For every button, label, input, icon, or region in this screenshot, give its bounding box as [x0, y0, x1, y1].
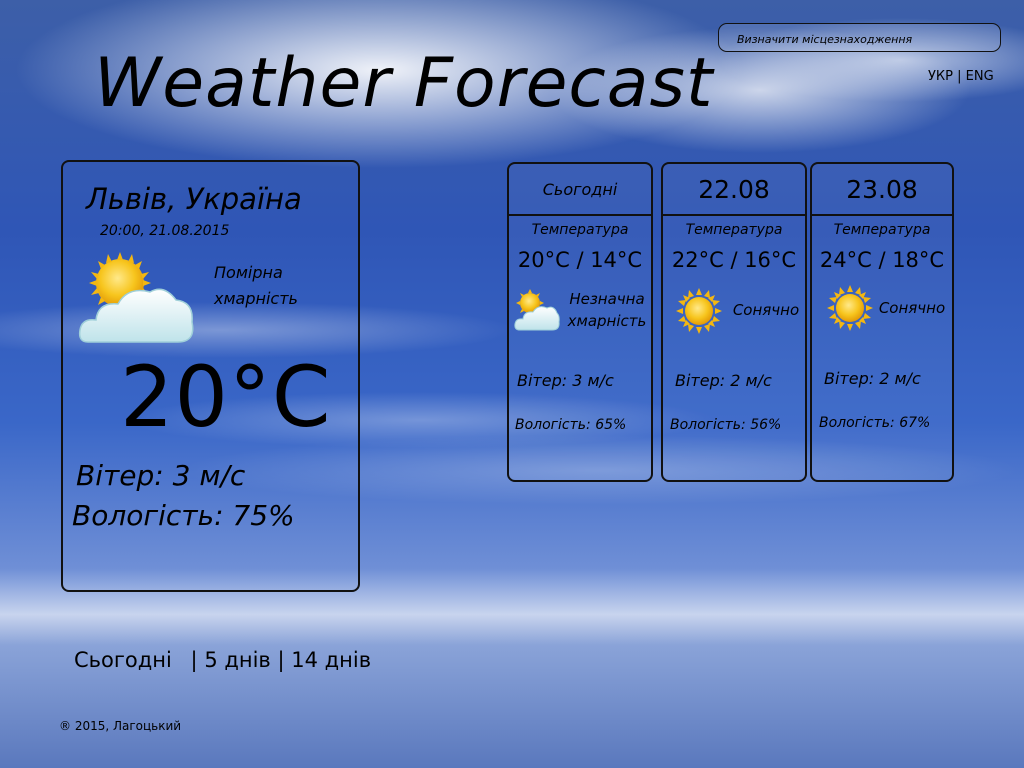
current-condition-line1: Помірна	[214, 263, 283, 282]
tab-separator: |	[277, 648, 292, 672]
forecast-day-header: Сьогодні	[509, 164, 651, 216]
forecast-condition-line1: Незначна	[569, 290, 645, 308]
current-humidity: Вологість: 75%	[72, 499, 295, 532]
sun-icon	[827, 285, 873, 331]
copyright-footer: ® 2015, Лагоцький	[59, 719, 182, 733]
temperature-label: Температура	[833, 222, 931, 238]
forecast-condition-line1: Сонячно	[878, 299, 946, 317]
forecast-day-header: 22.08	[663, 164, 805, 216]
forecast-wind: Вітер: 3 м/с	[517, 371, 614, 390]
forecast-condition-line1: Сонячно	[732, 301, 800, 319]
forecast-card-23-08[interactable]: 23.08 Температура 24°C / 18°C Сонячно Ві…	[810, 162, 954, 482]
sun-icon	[676, 288, 722, 334]
current-condition: Помірна хмарність	[214, 260, 334, 312]
forecast-humidity: Вологість: 65%	[515, 417, 627, 433]
forecast-condition-line2: хмарність	[567, 312, 647, 330]
lang-uk-link[interactable]: УКР	[928, 69, 953, 84]
forecast-wind: Вітер: 2 м/с	[824, 369, 921, 388]
forecast-day-header: 23.08	[812, 164, 952, 216]
lang-separator: |	[957, 69, 966, 84]
current-wind: Вітер: 3 м/с	[76, 459, 246, 492]
tab-14-days[interactable]: 14 днів	[291, 648, 371, 672]
tab-today[interactable]: Сьогодні	[74, 648, 172, 672]
city-name: Львів, Україна	[86, 182, 302, 216]
forecast-card-today[interactable]: Сьогодні Температура 20°C / 14°C Незначн…	[507, 162, 653, 482]
forecast-wind: Вітер: 2 м/с	[675, 371, 772, 390]
tab-separator: |	[190, 648, 205, 672]
forecast-card-22-08[interactable]: 22.08 Температура 22°C / 16°C Сонячно Ві…	[661, 162, 807, 482]
lang-en-link[interactable]: ENG	[966, 69, 994, 84]
temperature-range: 20°C / 14°C	[517, 248, 643, 272]
sun-behind-cloud-icon	[78, 252, 194, 343]
forecast-humidity: Вологість: 56%	[670, 417, 782, 433]
sun-behind-cloud-icon	[514, 289, 560, 331]
temperature-range: 22°C / 16°C	[671, 248, 797, 272]
forecast-humidity: Вологість: 67%	[819, 415, 931, 431]
forecast-condition: Незначна хмарність	[561, 288, 653, 332]
app-title: Weather Forecast	[94, 44, 714, 123]
forecast-condition: Сонячно	[729, 299, 803, 321]
detect-location-button[interactable]: Визначити місцезнаходження	[718, 23, 1001, 52]
period-tabs: Сьогодні | 5 днів | 14 днів	[74, 648, 371, 672]
temperature-range: 24°C / 18°C	[819, 248, 945, 272]
current-temperature: 20°C	[120, 348, 332, 446]
temperature-label: Температура	[531, 222, 629, 238]
forecast-condition: Сонячно	[876, 297, 948, 319]
current-condition-line2: хмарність	[214, 289, 298, 308]
temperature-label: Температура	[685, 222, 783, 238]
tab-5-days[interactable]: 5 днів	[204, 648, 271, 672]
current-datetime: 20:00, 21.08.2015	[100, 223, 230, 239]
language-switcher: УКР | ENG	[928, 69, 994, 84]
